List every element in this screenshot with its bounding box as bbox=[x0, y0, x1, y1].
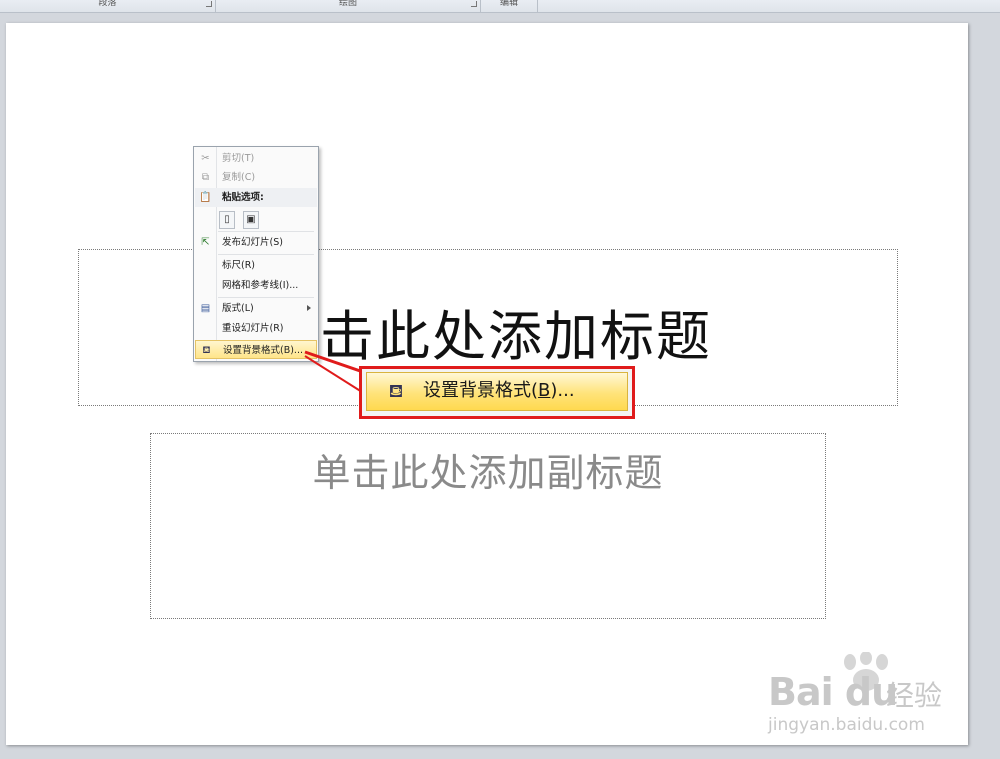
dialog-launcher-icon[interactable] bbox=[471, 1, 477, 7]
menu-separator bbox=[218, 297, 314, 298]
paint-bucket-icon: ⛾ bbox=[202, 345, 211, 356]
paste-icon: 📋 bbox=[199, 192, 212, 203]
subtitle-placeholder[interactable]: 单击此处添加副标题 bbox=[150, 433, 826, 619]
menu-item-format-background[interactable]: ⛾ 设置背景格式(B)... bbox=[195, 340, 317, 359]
paint-bucket-icon: ⛾ bbox=[388, 381, 404, 402]
menu-item-label: 发布幻灯片(S) bbox=[222, 237, 283, 248]
menu-item-label: 剪切(T) bbox=[222, 153, 255, 164]
paste-as-picture-button[interactable]: ▣ bbox=[243, 211, 259, 229]
menu-item-layout[interactable]: ▤ 版式(L) bbox=[195, 299, 317, 318]
watermark-name: 经验 bbox=[886, 679, 943, 712]
zoom-callout: ⛾ 设置背景格式(B)... bbox=[359, 366, 635, 419]
subtitle-placeholder-text: 单击此处添加副标题 bbox=[312, 451, 664, 495]
publish-icon: ⇱ bbox=[201, 237, 210, 248]
menu-item-label: 粘贴选项: bbox=[222, 192, 264, 203]
menu-item-copy[interactable]: ⧉ 复制(C) bbox=[195, 168, 317, 187]
ribbon-group-label: 段落 bbox=[98, 0, 117, 8]
menu-header-paste-options: 📋 粘贴选项: bbox=[195, 188, 317, 207]
menu-item-reset-slide[interactable]: 重设幻灯片(R) bbox=[195, 319, 317, 338]
ribbon-group-label: 编辑 bbox=[499, 0, 518, 8]
menu-item-label: 复制(C) bbox=[222, 172, 256, 183]
menu-item-label: 重设幻灯片(R) bbox=[222, 323, 284, 334]
menu-item-cut[interactable]: ✂ 剪切(T) bbox=[195, 149, 317, 168]
menu-item-grid-guides[interactable]: 网格和参考线(I)... bbox=[195, 276, 317, 295]
zoom-callout-label-key: B bbox=[538, 380, 551, 401]
baidu-jingyan-watermark: Bai du 经验 jingyan.baidu.com bbox=[768, 650, 948, 740]
watermark-brand: Bai du bbox=[768, 670, 898, 714]
layout-icon: ▤ bbox=[200, 303, 211, 314]
menu-item-publish-slides[interactable]: ⇱ 发布幻灯片(S) bbox=[195, 233, 317, 252]
paste-picture-icon: ▣ bbox=[246, 214, 256, 225]
menu-item-label: 标尺(R) bbox=[222, 260, 256, 271]
context-menu: ✂ 剪切(T) ⧉ 复制(C) 📋 粘贴选项: ⇱ 发布幻灯片(S) 标尺(R)… bbox=[193, 146, 319, 362]
menu-separator bbox=[218, 231, 314, 232]
watermark-url: jingyan.baidu.com bbox=[768, 715, 925, 735]
menu-item-label: 网格和参考线(I)... bbox=[222, 280, 299, 291]
ribbon-group-editing[interactable]: 编辑 bbox=[481, 0, 538, 12]
ribbon-strip: 段落 绘图 编辑 bbox=[0, 0, 1000, 13]
zoom-callout-label: 设置背景格式(B)... bbox=[423, 373, 575, 409]
dialog-launcher-icon[interactable] bbox=[206, 1, 212, 7]
ribbon-group-label: 绘图 bbox=[338, 0, 357, 8]
scissors-icon: ✂ bbox=[201, 153, 210, 164]
paste-keep-source-button[interactable]: ▯ bbox=[219, 211, 235, 229]
zoom-callout-label-suffix: )... bbox=[550, 380, 575, 401]
ribbon-group-paragraph[interactable]: 段落 bbox=[0, 0, 216, 12]
copy-icon: ⧉ bbox=[201, 172, 210, 183]
paste-keep-icon: ▯ bbox=[224, 214, 230, 225]
zoom-callout-label-prefix: 设置背景格式( bbox=[423, 380, 539, 401]
menu-item-label: 版式(L) bbox=[222, 303, 254, 314]
ribbon-group-drawing[interactable]: 绘图 bbox=[216, 0, 481, 12]
menu-separator bbox=[218, 254, 314, 255]
submenu-arrow-icon bbox=[307, 305, 311, 311]
menu-item-label: 设置背景格式(B)... bbox=[223, 345, 303, 356]
zoom-callout-item: ⛾ 设置背景格式(B)... bbox=[366, 372, 628, 411]
menu-item-ruler[interactable]: 标尺(R) bbox=[195, 256, 317, 275]
